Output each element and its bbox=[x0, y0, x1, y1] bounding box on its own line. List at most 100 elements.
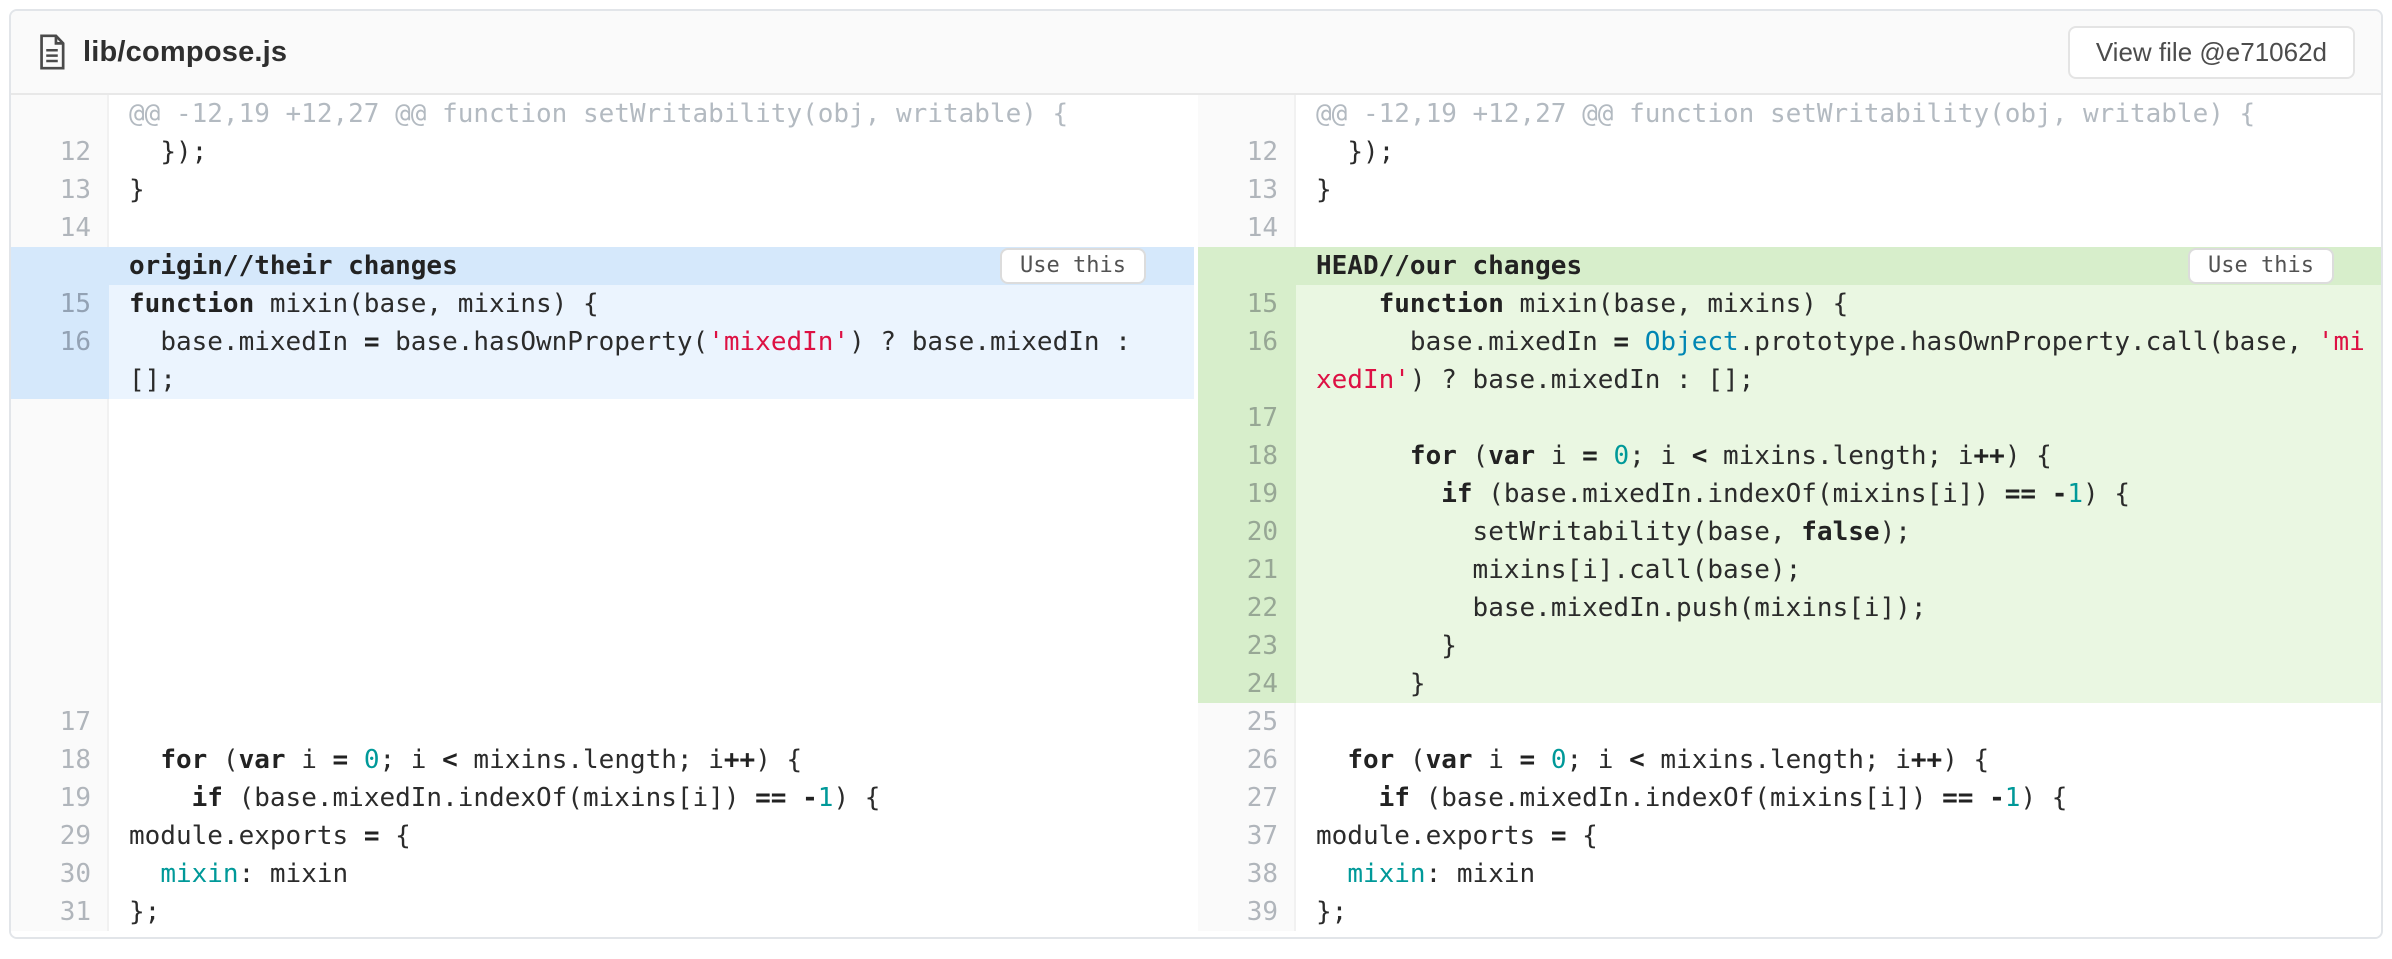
line-number: 17 bbox=[11, 703, 109, 741]
diff-row: 20 setWritability(base, false); bbox=[1198, 513, 2381, 551]
diff-row: 39}; bbox=[1198, 893, 2381, 931]
line-number: 13 bbox=[11, 171, 109, 209]
diff-row: 30 mixin: mixin bbox=[11, 855, 1194, 893]
diff-row: 13} bbox=[11, 171, 1194, 209]
line-number: 27 bbox=[1198, 779, 1296, 817]
line-number: 16 bbox=[1198, 323, 1296, 399]
diff-row: 16 base.mixedIn = Object.prototype.hasOw… bbox=[1198, 323, 2381, 399]
line-number: 18 bbox=[11, 741, 109, 779]
diff-row: 15 function mixin(base, mixins) { bbox=[1198, 285, 2381, 323]
line-number bbox=[1198, 95, 1296, 133]
diff-row: 14 bbox=[1198, 209, 2381, 247]
line-number: 15 bbox=[11, 285, 109, 323]
code-line bbox=[109, 399, 1194, 703]
code-line: HEAD//our changes Use this bbox=[1296, 247, 2381, 285]
line-number: 13 bbox=[1198, 171, 1296, 209]
code-line: base.mixedIn = base.hasOwnProperty('mixe… bbox=[109, 323, 1194, 399]
code-line: } bbox=[1296, 627, 2381, 665]
code-line: module.exports = { bbox=[1296, 817, 2381, 855]
diff-row: 22 base.mixedIn.push(mixins[i]); bbox=[1198, 589, 2381, 627]
code-line: for (var i = 0; i < mixins.length; i++) … bbox=[1296, 437, 2381, 475]
code-line: } bbox=[109, 171, 1194, 209]
file-icon bbox=[37, 34, 67, 70]
line-number: 37 bbox=[1198, 817, 1296, 855]
pane-left: @@ -12,19 +12,27 @@ function setWritabil… bbox=[11, 95, 1194, 931]
conflict-label: HEAD//our changes bbox=[1316, 247, 1582, 285]
line-number: 24 bbox=[1198, 665, 1296, 703]
line-number: 39 bbox=[1198, 893, 1296, 931]
line-number bbox=[1198, 247, 1296, 285]
line-number: 12 bbox=[11, 133, 109, 171]
code-line: base.mixedIn.push(mixins[i]); bbox=[1296, 589, 2381, 627]
diff-row: 18 for (var i = 0; i < mixins.length; i+… bbox=[11, 741, 1194, 779]
view-file-button[interactable]: View file @e71062d bbox=[2068, 26, 2355, 79]
code-line: module.exports = { bbox=[109, 817, 1194, 855]
conflict-header-row: HEAD//our changes Use this bbox=[1198, 247, 2381, 285]
diff-row: @@ -12,19 +12,27 @@ function setWritabil… bbox=[1198, 95, 2381, 133]
diff-row: 12 }); bbox=[1198, 133, 2381, 171]
use-this-button[interactable]: Use this bbox=[1000, 248, 1146, 284]
code-line: if (base.mixedIn.indexOf(mixins[i]) == -… bbox=[1296, 779, 2381, 817]
file-conflict-card: lib/compose.js View file @e71062d @@ -12… bbox=[9, 9, 2383, 939]
diff-spacer-row bbox=[11, 399, 1194, 703]
code-line: mixin: mixin bbox=[1296, 855, 2381, 893]
code-line: @@ -12,19 +12,27 @@ function setWritabil… bbox=[109, 95, 1194, 133]
line-number: 14 bbox=[1198, 209, 1296, 247]
diff-row: 17 bbox=[1198, 399, 2381, 437]
line-number: 23 bbox=[1198, 627, 1296, 665]
code-line bbox=[1296, 399, 2381, 437]
code-line: if (base.mixedIn.indexOf(mixins[i]) == -… bbox=[1296, 475, 2381, 513]
diff-row: 13} bbox=[1198, 171, 2381, 209]
code-line bbox=[1296, 703, 2381, 741]
file-header: lib/compose.js View file @e71062d bbox=[11, 11, 2381, 95]
line-number: 15 bbox=[1198, 285, 1296, 323]
line-number: 14 bbox=[11, 209, 109, 247]
line-number: 17 bbox=[1198, 399, 1296, 437]
line-number: 12 bbox=[1198, 133, 1296, 171]
code-line: }); bbox=[109, 133, 1194, 171]
line-number bbox=[11, 95, 109, 133]
diff-row: 25 bbox=[1198, 703, 2381, 741]
diff-row: 21 mixins[i].call(base); bbox=[1198, 551, 2381, 589]
code-line: for (var i = 0; i < mixins.length; i++) … bbox=[1296, 741, 2381, 779]
diff-row: 16 base.mixedIn = base.hasOwnProperty('m… bbox=[11, 323, 1194, 399]
line-number: 19 bbox=[11, 779, 109, 817]
diff-row: 15function mixin(base, mixins) { bbox=[11, 285, 1194, 323]
code-line: origin//their changes Use this bbox=[109, 247, 1194, 285]
code-line: @@ -12,19 +12,27 @@ function setWritabil… bbox=[1296, 95, 2381, 133]
code-line: }; bbox=[1296, 893, 2381, 931]
code-line bbox=[1296, 209, 2381, 247]
diff-row: 29module.exports = { bbox=[11, 817, 1194, 855]
line-number: 25 bbox=[1198, 703, 1296, 741]
diff-row: 19 if (base.mixedIn.indexOf(mixins[i]) =… bbox=[11, 779, 1194, 817]
code-line: } bbox=[1296, 665, 2381, 703]
line-number: 16 bbox=[11, 323, 109, 399]
diff-row: 19 if (base.mixedIn.indexOf(mixins[i]) =… bbox=[1198, 475, 2381, 513]
conflict-header-row: origin//their changes Use this bbox=[11, 247, 1194, 285]
code-line bbox=[109, 703, 1194, 741]
code-line: function mixin(base, mixins) { bbox=[1296, 285, 2381, 323]
diff-row: 31}; bbox=[11, 893, 1194, 931]
conflict-label: origin//their changes bbox=[129, 247, 458, 285]
diff-row: 38 mixin: mixin bbox=[1198, 855, 2381, 893]
code-line: for (var i = 0; i < mixins.length; i++) … bbox=[109, 741, 1194, 779]
line-number bbox=[11, 399, 109, 703]
code-line: mixin: mixin bbox=[109, 855, 1194, 893]
line-number: 29 bbox=[11, 817, 109, 855]
diff-row: @@ -12,19 +12,27 @@ function setWritabil… bbox=[11, 95, 1194, 133]
line-number: 38 bbox=[1198, 855, 1296, 893]
line-number: 26 bbox=[1198, 741, 1296, 779]
use-this-button[interactable]: Use this bbox=[2188, 248, 2334, 284]
code-line: } bbox=[1296, 171, 2381, 209]
diff-row: 27 if (base.mixedIn.indexOf(mixins[i]) =… bbox=[1198, 779, 2381, 817]
diff-row: 37module.exports = { bbox=[1198, 817, 2381, 855]
file-path-title: lib/compose.js bbox=[83, 36, 287, 69]
line-number: 20 bbox=[1198, 513, 1296, 551]
side-by-side-diff: @@ -12,19 +12,27 @@ function setWritabil… bbox=[11, 95, 2381, 937]
code-line: base.mixedIn = Object.prototype.hasOwnPr… bbox=[1296, 323, 2381, 399]
diff-row: 17 bbox=[11, 703, 1194, 741]
code-line: setWritability(base, false); bbox=[1296, 513, 2381, 551]
code-line: if (base.mixedIn.indexOf(mixins[i]) == -… bbox=[109, 779, 1194, 817]
line-number: 22 bbox=[1198, 589, 1296, 627]
code-line: function mixin(base, mixins) { bbox=[109, 285, 1194, 323]
